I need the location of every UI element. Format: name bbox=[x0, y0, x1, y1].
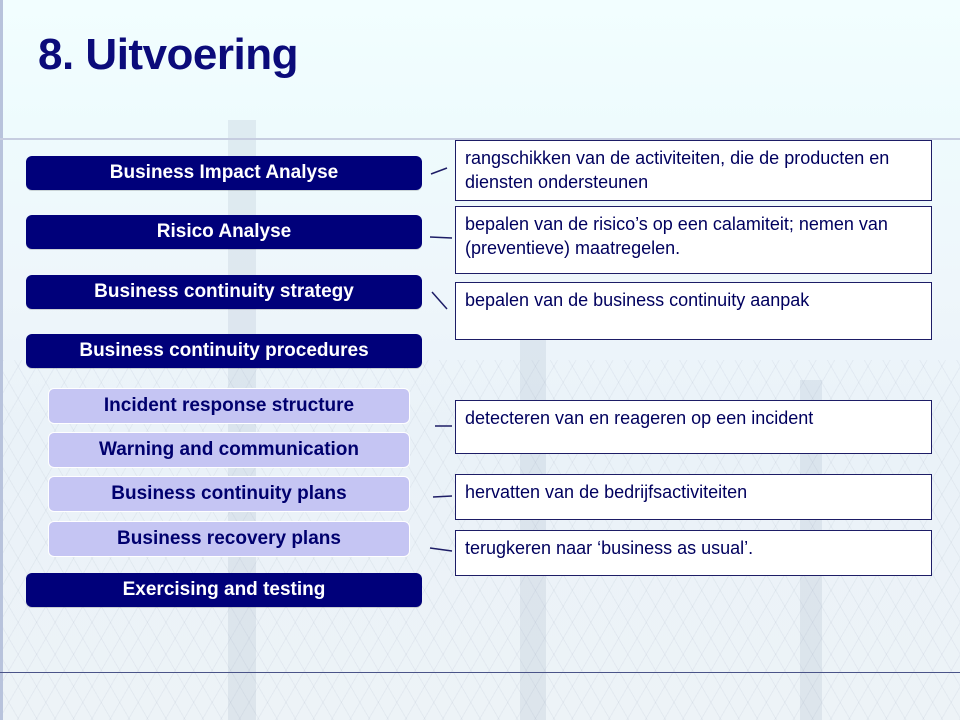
connector-line-risico bbox=[429, 236, 453, 239]
connector-line-bia bbox=[430, 167, 448, 175]
connector-line-strategy bbox=[431, 291, 448, 310]
connector-lines bbox=[429, 167, 453, 552]
connector-line-continuity-plans bbox=[432, 495, 453, 498]
connector-line-recovery-plans bbox=[429, 547, 453, 552]
